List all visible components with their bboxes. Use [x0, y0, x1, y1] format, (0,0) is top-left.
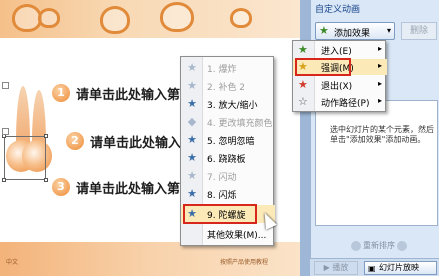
slideshow-icon: ▣	[368, 264, 376, 273]
up-arrow-icon[interactable]	[351, 240, 361, 251]
bullet-text[interactable]: 请单击此处输入第	[76, 178, 180, 197]
slideshow-label: 幻灯片放映	[379, 263, 419, 272]
menu-item-effect[interactable]: ★ 1. 爆炸	[181, 59, 275, 77]
add-effect-label: 添加效果	[334, 29, 371, 39]
chevron-right-icon: ▸	[377, 96, 382, 105]
star-icon: ★	[187, 151, 197, 164]
menu-item-effect[interactable]: ★ 6. 跷跷板	[181, 149, 275, 167]
heart-decoration	[160, 2, 194, 32]
heart-decoration	[38, 8, 60, 28]
bullet-text[interactable]: 请单击此处输入第	[76, 84, 180, 103]
slide-header-decoration	[0, 0, 300, 38]
menu-item-effect[interactable]: ★ 5. 忽明忽暗	[181, 131, 275, 149]
menu-item-exit[interactable]: ★ 退出(X) ▸	[293, 77, 387, 93]
chevron-right-icon: ▸	[377, 44, 382, 53]
star-icon: ★	[187, 187, 197, 200]
menu-item-more-effects[interactable]: 其他效果(M)...	[181, 225, 275, 243]
reorder-label: 重新排序	[363, 241, 395, 250]
menu-item-effect[interactable]: ◆ 4. 更改填充颜色	[181, 113, 275, 131]
exit-star-icon: ★	[298, 78, 308, 91]
bullet-number: 1	[52, 84, 70, 102]
motion-path-icon: ☆	[298, 95, 308, 108]
hint-text: 选中幻灯片的某个元素，然后单击"添加效果"添加动画。	[330, 125, 434, 144]
effect-category-menu: ★ 进入(E) ▸ ★ 强调(M) ▸ ★ 退出(X) ▸ ☆ 动作路径(P) ▸	[292, 40, 387, 112]
highlight-box	[295, 58, 351, 76]
star-icon: ★	[187, 79, 197, 92]
slideshow-button[interactable]: ▣ 幻灯片放映	[364, 261, 437, 275]
slide-footer-decoration: 中文 按照产品使用教程	[0, 242, 300, 276]
star-icon: ★	[187, 133, 197, 146]
heart-decoration	[230, 8, 252, 28]
star-icon: ★	[187, 169, 197, 182]
animation-tag	[2, 128, 9, 135]
footer-left-text: 中文	[6, 259, 19, 266]
menu-item-motion-path[interactable]: ☆ 动作路径(P) ▸	[293, 94, 387, 110]
menu-item-effect[interactable]: ★ 2. 补色 2	[181, 77, 275, 95]
star-icon: ★	[187, 61, 197, 74]
down-arrow-icon[interactable]	[397, 240, 407, 251]
paint-bucket-icon: ◆	[187, 115, 197, 128]
selection-box[interactable]	[2, 134, 48, 182]
heart-decoration	[100, 6, 130, 34]
chevron-right-icon: ▸	[377, 79, 382, 88]
chevron-down-icon: ▾	[386, 26, 391, 35]
star-icon: ★	[187, 97, 197, 110]
add-effect-button[interactable]: ★ 添加效果 ▾	[315, 22, 395, 40]
pane-title: 自定义动画	[315, 5, 361, 15]
bullet-number: 3	[52, 178, 70, 196]
play-button[interactable]: ▶ 播放	[314, 261, 358, 275]
pane-bottom-bar: ▶ 播放 ▣ 幻灯片放映	[310, 258, 439, 276]
menu-item-effect[interactable]: ★ 3. 放大/缩小	[181, 95, 275, 113]
bullet-number: 2	[66, 132, 84, 150]
reorder-control[interactable]: 重新排序	[351, 240, 409, 251]
remove-button[interactable]: 删除	[401, 22, 437, 40]
chevron-right-icon: ▸	[377, 61, 382, 70]
animation-list[interactable]: 选中幻灯片的某个元素，然后单击"添加效果"添加动画。	[315, 100, 438, 226]
menu-item-entrance[interactable]: ★ 进入(E) ▸	[293, 42, 387, 58]
star-icon: ★	[319, 24, 329, 37]
highlight-box	[183, 204, 257, 224]
menu-item-effect[interactable]: ★ 7. 闪动	[181, 167, 275, 185]
animation-tag	[2, 82, 9, 89]
footer-right-text: 按照产品使用教程	[220, 259, 269, 266]
bullet-text[interactable]: 请单击此处输入	[90, 132, 181, 151]
entrance-star-icon: ★	[298, 43, 308, 56]
menu-item-effect[interactable]: ★ 8. 闪烁	[181, 185, 275, 203]
